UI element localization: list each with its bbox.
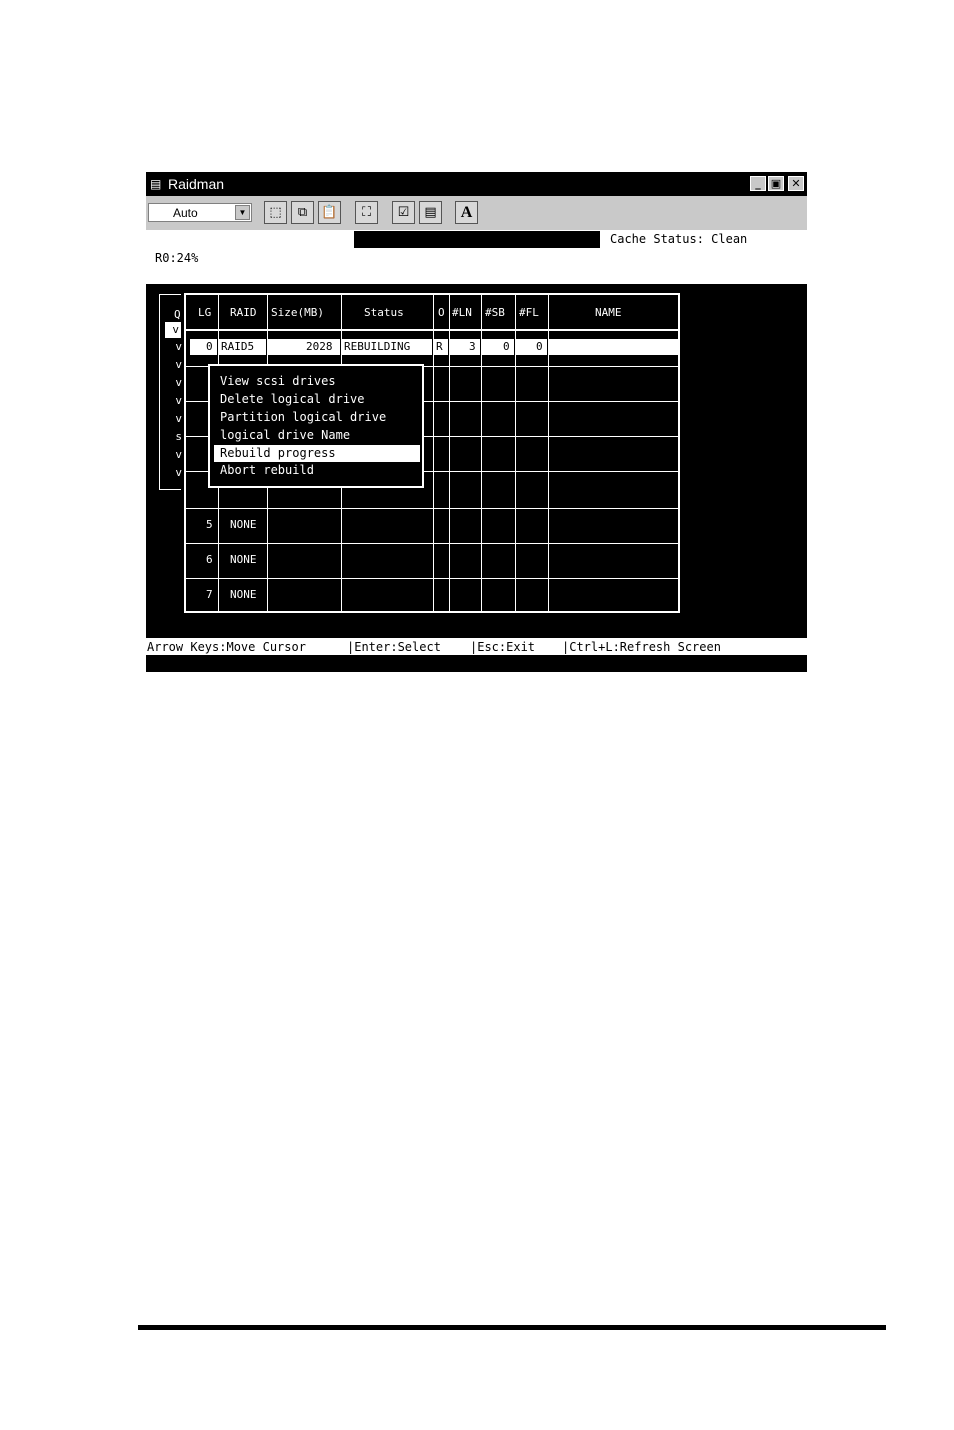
properties-icon[interactable]: ☑ — [392, 201, 415, 224]
menu-item-abort-rebuild[interactable]: Abort rebuild — [220, 463, 314, 477]
row-divider — [186, 578, 678, 579]
menu-item-partition-logical-drive[interactable]: Partition logical drive — [220, 410, 386, 424]
column-header-raid: RAID — [230, 306, 257, 319]
cell-size: 2028 — [306, 340, 333, 353]
cell-sb: 0 — [503, 340, 510, 353]
minimize-button[interactable]: _ — [750, 176, 766, 191]
list-item-selected[interactable]: v — [165, 322, 181, 338]
chevron-down-icon[interactable]: ▼ — [235, 205, 250, 220]
cell-ln: 3 — [469, 340, 476, 353]
menu-item-delete-logical-drive[interactable]: Delete logical drive — [220, 392, 365, 406]
font-size-select[interactable]: Auto ▼ — [148, 203, 252, 222]
cell-divider — [480, 339, 481, 355]
table-row-selected[interactable]: 0 RAID5 2028 REBUILDING R 3 0 0 — [190, 339, 678, 355]
column-header-size: Size(MB) — [271, 306, 324, 319]
list-item[interactable]: s — [170, 430, 182, 443]
title-bar[interactable]: ▤ Raidman _ ▣ ✕ — [146, 172, 807, 196]
cell-divider — [448, 339, 449, 355]
header-divider — [186, 329, 678, 331]
hint-select: |Enter:Select — [347, 640, 441, 654]
cell-lg[interactable]: 6 — [206, 553, 213, 566]
cell-lg[interactable]: 7 — [206, 588, 213, 601]
raidman-window: ▤ Raidman _ ▣ ✕ Auto ▼ ⬚ ⧉ 📋 ⛶ ☑ ▤ A Cac… — [146, 172, 807, 672]
cell-raid: RAID5 — [221, 340, 255, 353]
list-item[interactable]: v — [170, 448, 182, 461]
cell-raid[interactable]: NONE — [230, 553, 257, 566]
console-header: Cache Status: Clean R0:24% — [146, 230, 807, 284]
rebuild-progress-readout: R0:24% — [155, 251, 199, 265]
list-item[interactable]: v — [170, 376, 182, 389]
cell-o: R — [436, 340, 443, 353]
background-icon[interactable]: ▤ — [419, 201, 442, 224]
cell-lg[interactable]: 5 — [206, 518, 213, 531]
cell-fl: 0 — [536, 340, 543, 353]
list-item[interactable]: v — [170, 358, 182, 371]
cell-divider — [547, 339, 548, 355]
console-area: Q v v v v v v s v v LG RAID Size(MB) Sta… — [146, 284, 807, 638]
menu-item-view-scsi-drives[interactable]: View scsi drives — [220, 374, 336, 388]
window-title: Raidman — [168, 176, 225, 192]
cell-divider — [432, 339, 433, 355]
copy-icon[interactable]: ⧉ — [291, 201, 314, 224]
cell-divider — [514, 339, 515, 355]
cell-divider — [217, 339, 218, 355]
fullscreen-icon[interactable]: ⛶ — [355, 201, 378, 224]
mark-icon[interactable]: ⬚ — [264, 201, 287, 224]
list-item[interactable]: v — [170, 412, 182, 425]
logical-drive-menu: View scsi drives Delete logical drive Pa… — [208, 364, 424, 488]
header-bar — [354, 231, 600, 248]
menu-item-rebuild-progress[interactable]: Rebuild progress — [220, 446, 336, 460]
hint-exit: |Esc:Exit — [470, 640, 536, 654]
row-divider — [186, 508, 678, 509]
column-header-status: Status — [364, 306, 404, 319]
cell-raid[interactable]: NONE — [230, 588, 257, 601]
paste-icon[interactable]: 📋 — [318, 201, 341, 224]
list-header: Q — [174, 308, 181, 321]
list-item[interactable]: v — [170, 466, 182, 479]
cell-divider — [340, 339, 341, 355]
cell-lg: 0 — [206, 340, 213, 353]
list-item[interactable]: v — [170, 340, 182, 353]
column-header-fl: #FL — [519, 306, 539, 319]
font-icon[interactable]: A — [455, 201, 478, 224]
status-bar: Arrow Keys:Move Cursor |Enter:Select |Es… — [146, 638, 807, 655]
hint-move: Arrow Keys:Move Cursor — [147, 640, 306, 654]
row-divider — [186, 543, 678, 544]
cell-status: REBUILDING — [344, 340, 411, 353]
page-divider — [138, 1325, 886, 1330]
list-item[interactable]: v — [170, 394, 182, 407]
close-button[interactable]: ✕ — [788, 176, 804, 191]
column-header-ln: #LN — [452, 306, 472, 319]
cell-raid[interactable]: NONE — [230, 518, 257, 531]
background-list: Q v v v v v v s v v — [159, 294, 182, 490]
column-header-lg: LG — [198, 306, 212, 319]
column-header-name: NAME — [595, 306, 622, 319]
menu-item-logical-drive-name[interactable]: logical drive Name — [220, 428, 350, 442]
cell-divider — [266, 339, 267, 355]
column-header-sb: #SB — [485, 306, 505, 319]
toolbar: Auto ▼ ⬚ ⧉ 📋 ⛶ ☑ ▤ A — [146, 196, 807, 230]
column-header-o: O — [438, 306, 445, 319]
cache-status: Cache Status: Clean — [610, 232, 748, 246]
app-icon: ▤ — [150, 177, 162, 191]
font-size-value: Auto — [173, 206, 198, 220]
hint-refresh: |Ctrl+L:Refresh Screen — [562, 640, 721, 654]
restore-button[interactable]: ▣ — [768, 176, 784, 191]
